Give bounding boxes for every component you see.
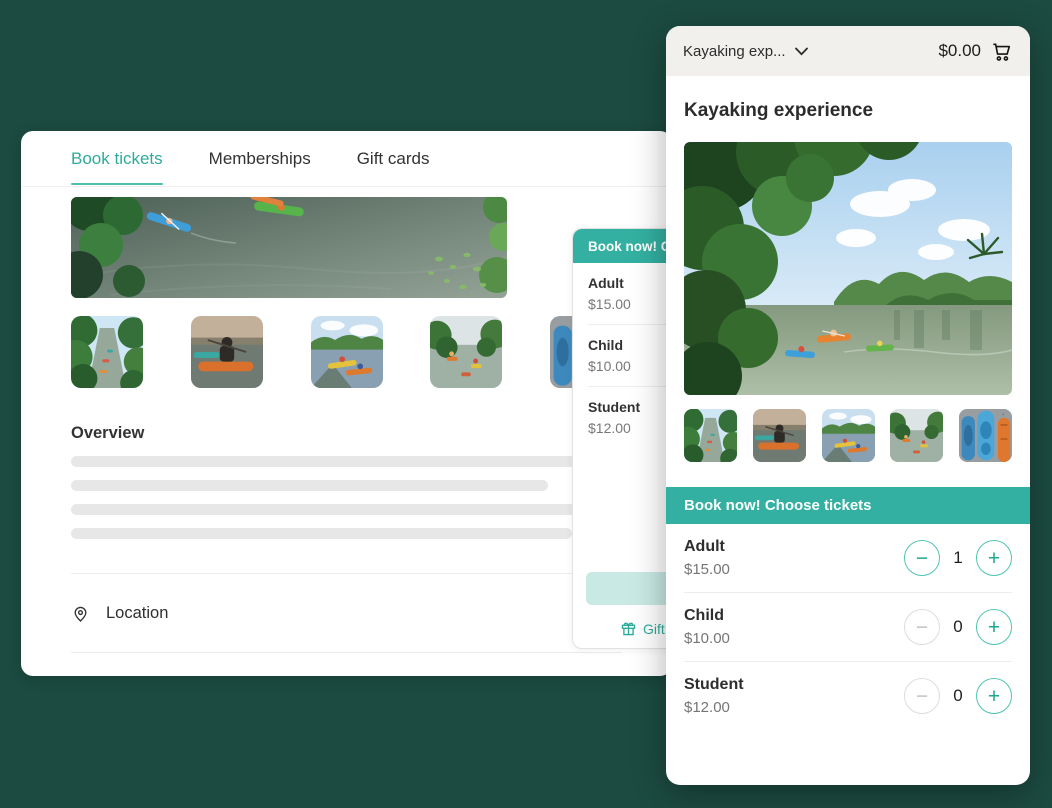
ticket-row-adult: Adult $15.00 − 1 + [684, 524, 1012, 593]
photo-thumbnail-strip [71, 316, 622, 388]
event-hero-photo [71, 197, 507, 298]
booking-widget-panel: Kayaking exp... $0.00 Kayaking experienc… [666, 26, 1030, 785]
ticket-name: Student [684, 675, 904, 695]
thumbnail-photo[interactable] [890, 409, 943, 462]
plus-button[interactable]: + [976, 540, 1012, 576]
event-title: Kayaking experience [684, 98, 1012, 124]
plus-button[interactable]: + [976, 609, 1012, 645]
minus-icon: − [916, 617, 928, 638]
event-selector-dropdown[interactable]: Kayaking exp... [683, 43, 808, 60]
ticket-name: Adult [684, 537, 904, 557]
plus-icon: + [988, 548, 1000, 569]
quantity-stepper: − 0 + [904, 678, 1012, 714]
quantity-value: 1 [946, 548, 970, 568]
choose-tickets-banner: Book now! Choose tickets [666, 487, 1030, 524]
gift-link-label: Gift [643, 621, 665, 637]
ticket-price: $15.00 [684, 560, 904, 579]
cart-total: $0.00 [938, 41, 981, 61]
chevron-down-icon [795, 47, 808, 56]
thumbnail-photo[interactable] [311, 316, 383, 388]
thumbnail-photo[interactable] [191, 316, 263, 388]
plus-button[interactable]: + [976, 678, 1012, 714]
ticket-price: $10.00 [684, 629, 904, 648]
plus-icon: + [988, 617, 1000, 638]
gift-icon [620, 620, 637, 637]
cart-button[interactable] [990, 40, 1013, 63]
minus-icon: − [916, 686, 928, 707]
thumbnail-photo[interactable] [684, 409, 737, 462]
thumbnail-photo[interactable] [959, 409, 1012, 462]
ticket-name: Child [684, 606, 904, 626]
quantity-stepper: − 0 + [904, 609, 1012, 645]
map-pin-icon [71, 604, 90, 623]
gift-tickets-link[interactable]: Gift [620, 620, 665, 637]
minus-button[interactable]: − [904, 678, 940, 714]
tab-bar: Book tickets Memberships Gift cards [21, 131, 672, 187]
event-main-photo [684, 142, 1012, 395]
quantity-value: 0 [946, 686, 970, 706]
minus-icon: − [916, 548, 928, 569]
ticket-price: $12.00 [684, 698, 904, 717]
text-placeholder-bar [71, 528, 572, 539]
quantity-value: 0 [946, 617, 970, 637]
text-placeholder-bar [71, 480, 548, 491]
event-selector-label: Kayaking exp... [683, 43, 786, 60]
ticket-row-child: Child $10.00 − 0 + [684, 593, 1012, 662]
plus-icon: + [988, 686, 1000, 707]
shopping-cart-icon [990, 40, 1013, 63]
photo-thumbnail-strip [684, 409, 1012, 462]
location-accordion[interactable]: Location [71, 574, 622, 653]
tab-gift-cards[interactable]: Gift cards [357, 131, 430, 186]
minus-button[interactable]: − [904, 609, 940, 645]
tab-book-tickets[interactable]: Book tickets [71, 131, 163, 186]
location-label: Location [106, 604, 589, 623]
thumbnail-photo[interactable] [430, 316, 502, 388]
thumbnail-photo[interactable] [71, 316, 143, 388]
thumbnail-photo[interactable] [822, 409, 875, 462]
widget-header: Kayaking exp... $0.00 [666, 26, 1030, 76]
minus-button[interactable]: − [904, 540, 940, 576]
quantity-stepper: − 1 + [904, 540, 1012, 576]
ticket-row-student: Student $12.00 − 0 + [684, 662, 1012, 730]
text-placeholder-bar [71, 504, 622, 515]
thumbnail-photo[interactable] [753, 409, 806, 462]
overview-heading: Overview [71, 423, 622, 443]
text-placeholder-bar [71, 456, 622, 467]
tab-memberships[interactable]: Memberships [209, 131, 311, 186]
